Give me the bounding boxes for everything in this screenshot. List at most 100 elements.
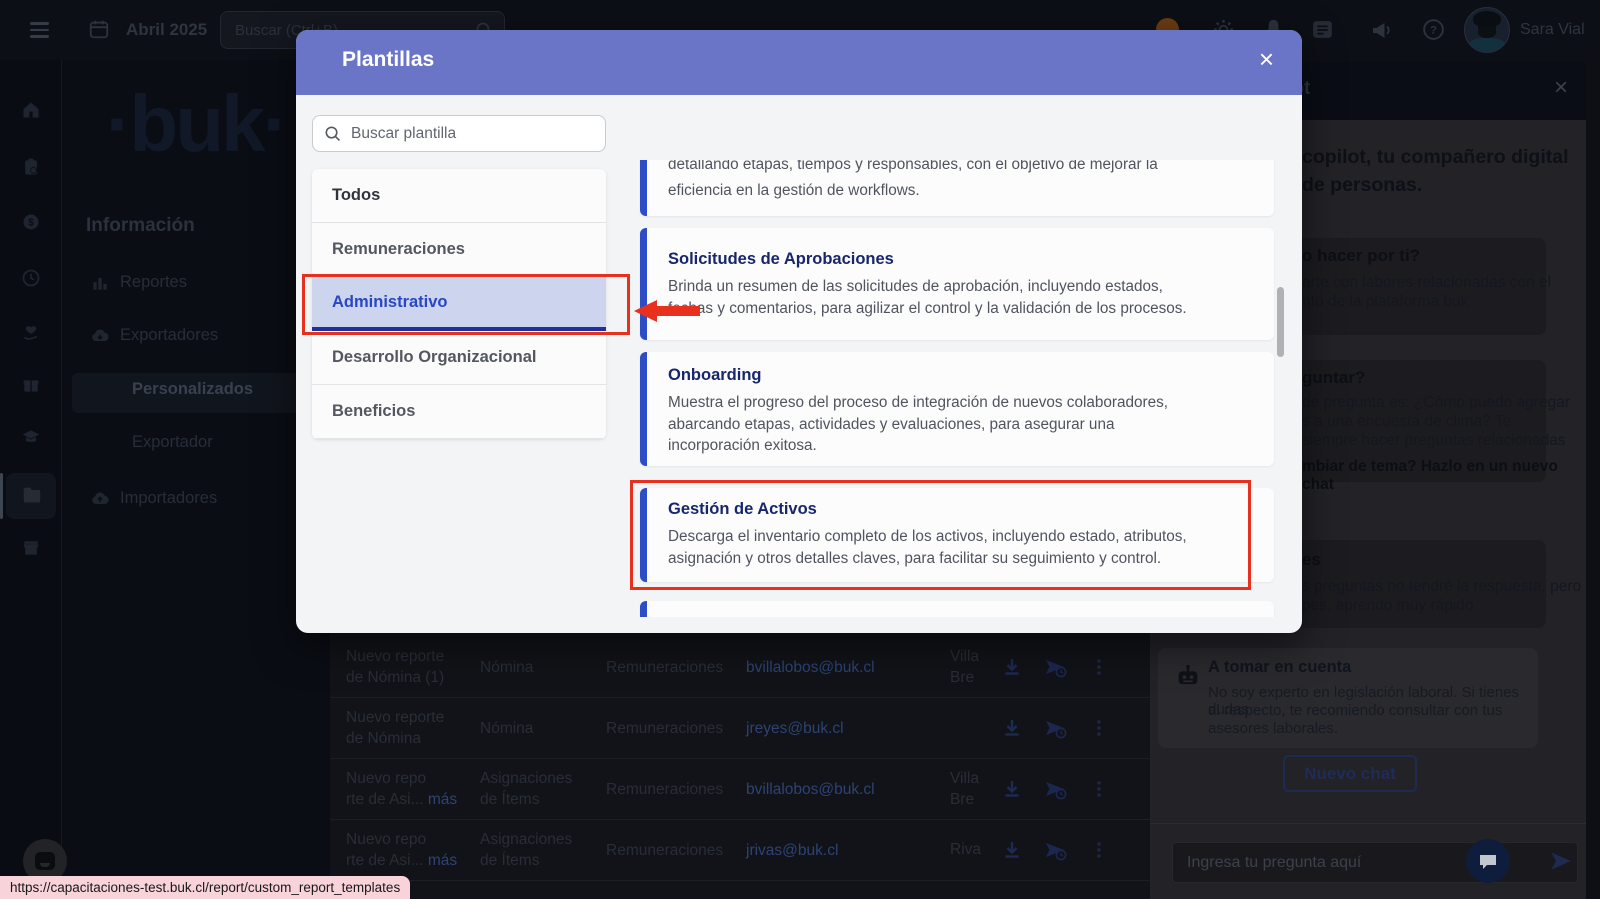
annotation-box-gestion-activos [630,480,1251,590]
home-icon[interactable] [21,100,41,120]
sidebar-item-label: Reportes [120,273,187,292]
copilot-note-title: A tomar en cuenta [1208,658,1351,677]
download-icon[interactable] [1000,777,1024,801]
browser-status-bar: https://capacitaciones-test.buk.cl/repor… [0,876,410,899]
report-email-link[interactable]: jrivas@buk.cl [746,820,956,881]
icon-rail: $ [0,60,62,899]
avatar-beard [1478,26,1496,38]
download-icon[interactable] [1000,716,1024,740]
sidebar-item-exportadores[interactable]: Exportadores [62,323,330,353]
table-row: Nuevo reporte de Asi... más Asignaciones… [330,820,1150,881]
close-icon[interactable]: × [1554,74,1568,102]
hand-heart-icon[interactable] [21,323,41,343]
template-card-partial[interactable] [640,601,1274,617]
copilot-card-title: es [1302,550,1321,570]
cloud-upload-icon [90,489,110,509]
new-chat-button[interactable]: Nuevo chat [1283,755,1417,792]
help-icon[interactable]: ? [1421,17,1446,42]
schedule-send-icon[interactable] [1044,655,1068,679]
report-type: Nómina [480,698,598,759]
template-search-input[interactable] [351,116,596,151]
category-remuneraciones[interactable]: Remuneraciones [312,223,606,277]
megaphone-icon[interactable] [1370,18,1394,42]
report-owner: VillaBre [950,759,990,820]
report-email-link[interactable]: bvillalobos@buk.cl [746,637,956,698]
user-name[interactable]: Sara Vial [1520,21,1585,39]
search-icon [323,124,342,143]
period-label[interactable]: Abril 2025 [126,20,207,40]
svg-text:$: $ [28,217,34,228]
template-card-workflows[interactable]: detallando etapas, tiempos y responsable… [640,160,1274,216]
report-email-link[interactable]: bvillalobos@buk.cl [746,759,956,820]
download-icon[interactable] [1000,838,1024,862]
copilot-card-title: o hacer por ti? [1302,246,1420,266]
chat-launcher-icon [35,852,55,870]
schedule-send-icon[interactable] [1044,838,1068,862]
copilot-question-input[interactable] [1172,842,1578,883]
send-icon[interactable] [1548,848,1574,874]
report-email-link[interactable]: jreyes@buk.cl [746,698,956,759]
buk-logo[interactable]: ·buk· [62,78,330,170]
kebab-icon[interactable] [1087,655,1111,679]
copilot-card-line: s a una encuesta de clima? Te [1302,413,1511,431]
store-icon[interactable] [21,538,41,558]
more-link[interactable]: más [428,852,457,869]
schedule-send-icon[interactable] [1044,777,1068,801]
template-desc-line: abarcando etapas, actividades y evaluaci… [668,414,1274,436]
table-row: Nuevo reportede Nómina Nómina Remuneraci… [330,698,1150,759]
dollar-icon[interactable]: $ [21,212,41,232]
copilot-note-card: A tomar en cuenta No soy experto en legi… [1158,648,1538,748]
annotation-arrow-shaft [655,306,700,316]
copilot-intro-line: de personas. [1302,174,1422,197]
template-card-onboarding[interactable]: Onboarding Muestra el progreso del proce… [640,352,1274,466]
sidebar: ·buk· Información Reportes Exportadores … [62,60,330,899]
copilot-card-line: siempre hacer preguntas relacionadas [1302,432,1566,450]
clock-icon[interactable] [21,268,41,288]
sidebar-item-label: Exportadores [120,326,218,345]
list-scrollbar-thumb[interactable] [1277,287,1284,357]
sidebar-subitem-exportador[interactable]: Exportador [132,433,213,452]
graduation-icon[interactable] [21,427,41,447]
sidebar-subitem-personalizados[interactable]: Personalizados [132,380,253,399]
copilot-card-title: guntar? [1302,368,1365,388]
kebab-icon[interactable] [1087,716,1111,740]
report-area: Remuneraciones [606,698,746,759]
sidebar-item-reportes[interactable]: Reportes [62,270,330,300]
schedule-send-icon[interactable] [1044,716,1068,740]
robot-icon [1174,662,1202,690]
category-beneficios[interactable]: Beneficios [312,385,606,439]
category-todos[interactable]: Todos [312,169,606,223]
modal-title: Plantillas [342,48,434,72]
sidebar-item-label: Importadores [120,489,217,508]
close-icon[interactable]: × [1259,44,1274,75]
copilot-intro-line: copilot, tu compañero digital [1302,146,1569,169]
folder-icon[interactable] [21,484,43,506]
chat-bubble-button[interactable] [1466,839,1510,883]
avatar[interactable] [1464,7,1510,53]
copilot-card-line: nto de la plataforma buk [1302,293,1468,311]
report-area: Remuneraciones [606,637,746,698]
sidebar-item-importadores[interactable]: Importadores [62,486,330,516]
template-card-solicitudes[interactable]: Solicitudes de Aprobaciones Brinda un re… [640,228,1274,340]
copilot-card-bold-line: mbiar de tema? Hazlo en un nuevo chat [1302,458,1586,494]
report-name: Nuevo reporte de Asi... más [346,759,480,820]
kebab-icon[interactable] [1087,838,1111,862]
template-search[interactable] [312,115,606,152]
kebab-icon[interactable] [1087,777,1111,801]
news-icon[interactable] [1310,17,1335,42]
category-desarrollo-organizacional[interactable]: Desarrollo Organizacional [312,331,606,385]
report-owner: Riva [950,820,990,881]
avatar-hair [1473,11,1501,27]
avatar-shirt [1469,38,1505,53]
clipboard-icon[interactable] [21,157,41,177]
chat-bubble-icon [1476,849,1500,873]
gift-icon[interactable] [21,375,41,395]
calendar-icon[interactable] [88,18,110,40]
hamburger-icon[interactable] [30,22,49,38]
divider [1150,823,1586,824]
download-icon[interactable] [1000,655,1024,679]
more-link[interactable]: más [428,791,457,808]
report-name: Nuevo reporte de Asi... más [346,820,480,881]
template-desc-line: fechas y comentarios, para agilizar el c… [668,298,1274,320]
report-area: Remuneraciones [606,820,746,881]
